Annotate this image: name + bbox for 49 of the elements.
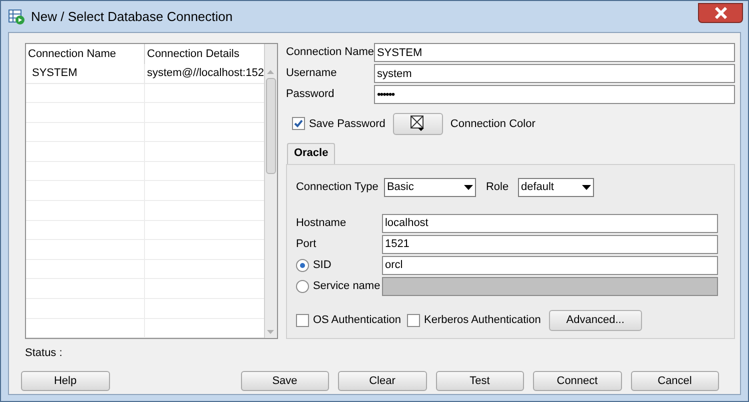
save-password-label: Save Password — [308, 116, 386, 132]
field-label: Service name — [312, 278, 380, 294]
caret-icon — [582, 185, 591, 190]
field-label: SID — [312, 258, 332, 273]
table-cell: SYSTEM — [26, 64, 145, 83]
input-field[interactable]: 1521 — [382, 234, 718, 254]
dialog-button[interactable]: Cancel — [630, 371, 719, 391]
window-title: New / Select Database Connection — [31, 8, 233, 26]
radio-button[interactable] — [296, 258, 309, 272]
save-password-checkbox[interactable] — [292, 117, 305, 130]
input-field[interactable]: localhost — [382, 214, 718, 233]
close-button[interactable] — [698, 2, 743, 22]
color-swatch-icon — [410, 115, 426, 132]
field-label: Port — [296, 236, 316, 252]
field-label: Connection Name — [286, 45, 374, 60]
dialog-button[interactable]: Save — [240, 371, 329, 391]
field-label: Username — [286, 66, 338, 82]
role-dropdown[interactable]: default — [518, 178, 594, 198]
field-label: Hostname — [296, 216, 346, 231]
dialog-button[interactable]: Test — [436, 371, 524, 391]
caret-icon — [464, 185, 473, 190]
dialog-button[interactable]: Connect — [533, 371, 622, 391]
role-label: Role — [486, 180, 510, 196]
input-field[interactable]: system — [374, 64, 735, 83]
database-icon — [8, 8, 25, 25]
table-cell-text: system@//localhost:152 — [146, 66, 264, 82]
connection-color-label: Connection Color — [450, 116, 536, 132]
checkbox[interactable] — [296, 314, 309, 328]
checkbox-label: Kerberos Authentication — [424, 313, 541, 328]
checkbox[interactable] — [407, 314, 420, 328]
connection-type-dropdown[interactable]: Basic — [384, 178, 476, 198]
dialog-button[interactable]: Help — [21, 371, 110, 391]
checkbox-label: OS Authentication — [312, 313, 402, 328]
advanced-button[interactable]: Advanced... — [548, 310, 642, 332]
connection-type-label: Connection Type — [296, 180, 380, 196]
scroll-down-icon[interactable] — [266, 328, 276, 336]
connection-color-button[interactable] — [393, 112, 444, 135]
scrollbar[interactable] — [264, 44, 277, 338]
table-row[interactable]: SYSTEM system@//localhost:152 — [26, 64, 264, 84]
field-label: Password — [286, 87, 336, 102]
input-field[interactable]: SYSTEM — [374, 43, 735, 62]
input-field[interactable]: orcl — [382, 256, 718, 275]
status-label: Status : — [25, 346, 64, 361]
column-header[interactable]: Connection Name — [26, 44, 145, 64]
password-field[interactable]: •••••• — [374, 85, 735, 104]
tab[interactable]: Oracle — [286, 142, 336, 164]
close-icon — [714, 6, 728, 18]
scroll-up-icon[interactable] — [266, 68, 276, 76]
dialog-button[interactable]: Clear — [338, 371, 426, 391]
